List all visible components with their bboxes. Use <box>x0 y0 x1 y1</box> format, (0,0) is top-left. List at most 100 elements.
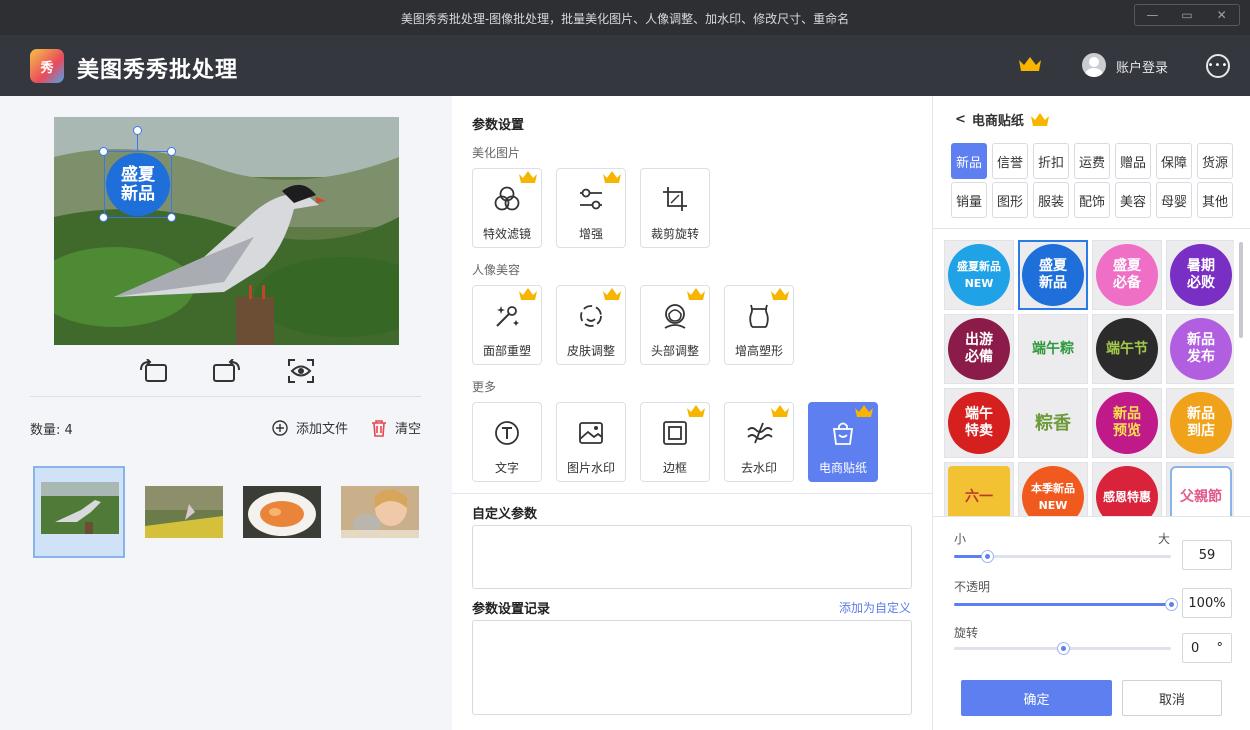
sticker-item[interactable]: 新品到店 <box>1166 388 1234 458</box>
more-menu-icon[interactable]: ••• <box>1206 54 1230 78</box>
tool-border[interactable]: 边框 <box>640 402 710 482</box>
slider-knob[interactable] <box>980 550 994 563</box>
slider-knob[interactable] <box>1056 642 1070 655</box>
tool-label: 特效滤镜 <box>482 227 531 241</box>
thumbnail-tern[interactable] <box>33 466 125 558</box>
slider-fill <box>954 603 1171 606</box>
sticker-item[interactable]: 粽香 <box>1018 388 1088 458</box>
thumbnail-food[interactable] <box>243 486 321 538</box>
clear-button[interactable]: 清空 <box>371 418 421 437</box>
confirm-button[interactable]: 确定 <box>961 680 1112 716</box>
crown-icon <box>1030 113 1049 126</box>
divider <box>30 396 421 397</box>
sticker-badge: 粽香 <box>1035 412 1071 434</box>
sticker-item[interactable]: 端午粽 <box>1018 314 1088 384</box>
category-tab[interactable]: 服装 <box>1033 182 1069 218</box>
opacity-input[interactable]: 100% <box>1182 588 1232 618</box>
category-tab[interactable]: 运费 <box>1074 143 1110 179</box>
category-tab[interactable]: 赠品 <box>1115 143 1151 179</box>
sticker-badge: 端午节 <box>1096 318 1158 380</box>
tool-text[interactable]: 文字 <box>472 402 542 482</box>
custom-params-box[interactable] <box>472 525 912 589</box>
category-tab[interactable]: 新品 <box>951 143 987 179</box>
resize-handle[interactable] <box>167 147 176 156</box>
sticker-item[interactable]: 出游必備 <box>944 314 1014 384</box>
tool-label: 文字 <box>494 461 519 475</box>
rotate-left-icon[interactable] <box>138 358 168 384</box>
resize-handle[interactable] <box>99 147 108 156</box>
thumbnail-butterfly[interactable] <box>145 486 223 538</box>
sticker-badge: 端午粽 <box>1032 340 1074 357</box>
rotate-handle[interactable] <box>133 126 142 135</box>
app-header: 秀 美图秀秀批处理 账户登录 ••• <box>0 35 1250 96</box>
resize-handle[interactable] <box>99 213 108 222</box>
category-tab[interactable]: 母婴 <box>1156 182 1192 218</box>
preview-panel: 盛夏新品 数量: 4 添加文件 清空 <box>0 96 452 730</box>
add-file-button[interactable]: 添加文件 <box>272 418 348 437</box>
tool-ecommerce-sticker[interactable]: 电商贴纸 <box>808 402 878 482</box>
tool-remove-watermark[interactable]: 去水印 <box>724 402 794 482</box>
sticker-scrollbar[interactable] <box>1239 242 1243 338</box>
size-slider[interactable] <box>954 550 1171 563</box>
thumbnail-girl[interactable] <box>341 486 419 538</box>
sticker-panel-label: 电商贴纸 <box>971 114 1024 129</box>
category-tab[interactable]: 销量 <box>951 182 987 218</box>
rotate-input[interactable]: 0 ° <box>1182 633 1232 663</box>
sticker-item[interactable]: 六一 <box>944 462 1014 516</box>
user-avatar-icon[interactable] <box>1082 53 1106 77</box>
sticker-item[interactable]: 盛夏必备 <box>1092 240 1162 310</box>
sticker-item[interactable]: 端午节 <box>1092 314 1162 384</box>
opacity-slider[interactable] <box>954 598 1178 611</box>
sticker-item[interactable]: 端午特卖 <box>944 388 1014 458</box>
login-link[interactable]: 账户登录 <box>1116 57 1168 76</box>
sticker-overlay[interactable]: 盛夏新品 <box>104 151 172 218</box>
sticker-item[interactable]: 盛夏新品 <box>1018 240 1088 310</box>
sticker-item[interactable]: 盛夏新品NEW <box>944 240 1014 310</box>
sticker-item[interactable]: 本季新品NEW <box>1018 462 1088 516</box>
size-input[interactable]: 59 <box>1182 540 1232 570</box>
sticker-item[interactable]: 新品发布 <box>1166 314 1234 384</box>
params-panel: 参数设置 美化图片 特效滤镜 增强 裁剪旋转 人像美容 面部重塑 皮肤调整 头部… <box>452 96 932 730</box>
size-min-label: 小 <box>954 532 967 546</box>
slider-knob[interactable] <box>1165 598 1178 611</box>
sticker-item[interactable]: 新品预览 <box>1092 388 1162 458</box>
back-icon[interactable]: < <box>955 112 966 127</box>
resize-handle[interactable] <box>167 213 176 222</box>
sticker-panel-title[interactable]: < 电商贴纸 <box>955 110 1050 129</box>
category-tab[interactable]: 图形 <box>992 182 1028 218</box>
minimize-button[interactable]: — <box>1135 5 1170 25</box>
category-tab[interactable]: 保障 <box>1156 143 1192 179</box>
rotate-unit: ° <box>1216 640 1224 656</box>
history-box[interactable] <box>472 620 912 715</box>
add-custom-link[interactable]: 添加为自定义 <box>839 599 911 616</box>
rotate-slider[interactable] <box>954 642 1171 655</box>
rotate-right-icon[interactable] <box>212 358 242 384</box>
category-tab[interactable]: 配饰 <box>1074 182 1110 218</box>
cancel-button[interactable]: 取消 <box>1122 680 1222 716</box>
divider <box>452 493 932 494</box>
tool-skin-adjust[interactable]: 皮肤调整 <box>556 285 626 365</box>
tool-head-adjust[interactable]: 头部调整 <box>640 285 710 365</box>
tool-face-reshape[interactable]: 面部重塑 <box>472 285 542 365</box>
tool-height-shape[interactable]: 增高塑形 <box>724 285 794 365</box>
preview-toolbar <box>138 358 316 384</box>
sticker-item[interactable]: 父親節 <box>1166 462 1234 516</box>
tool-effect-filter[interactable]: 特效滤镜 <box>472 168 542 248</box>
category-tab[interactable]: 货源 <box>1197 143 1233 179</box>
sticker-item[interactable]: 感恩特惠 <box>1092 462 1162 516</box>
tool-label: 头部调整 <box>650 344 699 358</box>
tool-crop-rotate[interactable]: 裁剪旋转 <box>640 168 710 248</box>
vip-crown-icon[interactable] <box>1017 54 1043 78</box>
category-tab[interactable]: 美容 <box>1115 182 1151 218</box>
sticker-item[interactable]: 暑期必败 <box>1166 240 1234 310</box>
maximize-button[interactable]: ▭ <box>1170 5 1205 25</box>
close-button[interactable]: ✕ <box>1204 5 1239 25</box>
category-tab[interactable]: 信誉 <box>992 143 1028 179</box>
preview-eye-icon[interactable] <box>286 358 316 384</box>
tool-label: 面部重塑 <box>482 344 531 358</box>
category-tab[interactable]: 其他 <box>1197 182 1233 218</box>
tool-enhance[interactable]: 增强 <box>556 168 626 248</box>
tool-image-watermark[interactable]: 图片水印 <box>556 402 626 482</box>
category-tab[interactable]: 折扣 <box>1033 143 1069 179</box>
thumbnail-list <box>33 466 419 558</box>
